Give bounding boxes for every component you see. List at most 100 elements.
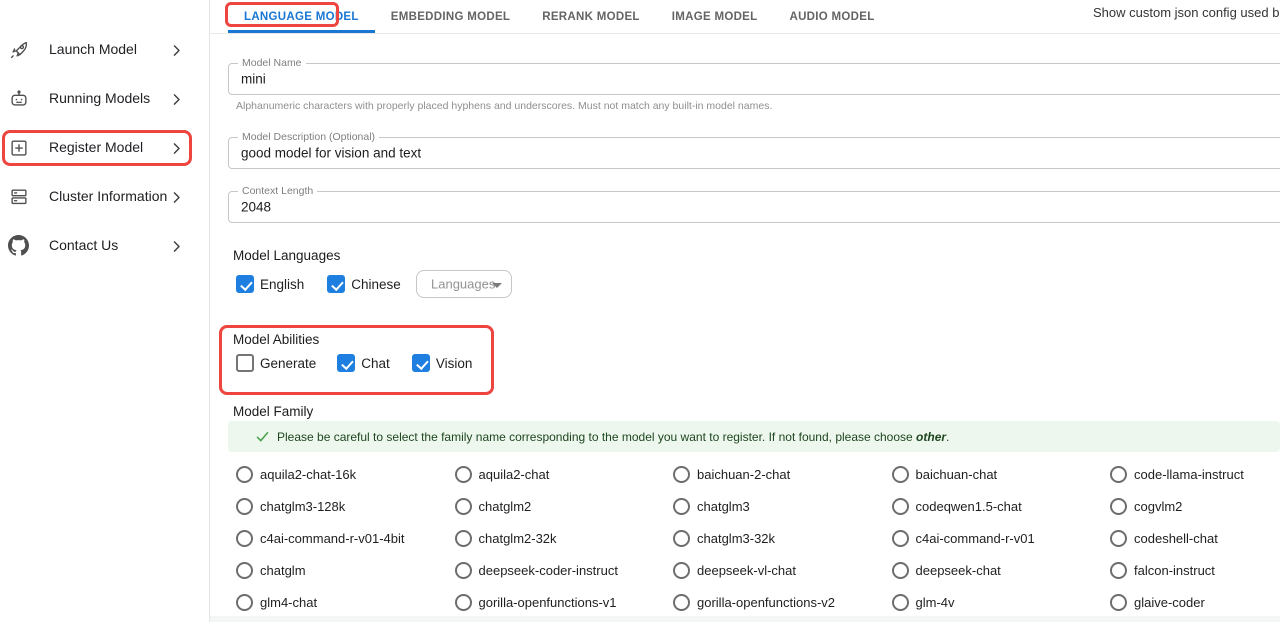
sidebar-item-register-model[interactable]: Register Model (0, 131, 210, 165)
model-languages-heading: Model Languages (233, 248, 340, 263)
tab-language-model[interactable]: LANGUAGE MODEL (228, 0, 375, 33)
radio-option-baichuan-chat[interactable]: baichuan-chat (892, 458, 1111, 490)
radio-option-falcon-instruct[interactable]: falcon-instruct (1110, 554, 1280, 586)
radio-option-chatglm2-32k[interactable]: chatglm2-32k (455, 522, 674, 554)
radio-option-aquila2-chat[interactable]: aquila2-chat (455, 458, 674, 490)
radio-icon (1110, 594, 1127, 611)
checkbox-icon (412, 354, 430, 372)
radio-option-cogvlm2[interactable]: cogvlm2 (1110, 490, 1280, 522)
radio-icon (673, 530, 690, 547)
server-icon (8, 186, 30, 208)
radio-icon (455, 594, 472, 611)
context-length-value: 2048 (241, 200, 271, 215)
context-length-field[interactable]: Context Length 2048 (228, 191, 1280, 223)
model-name-field[interactable]: Model Name mini (228, 63, 1280, 95)
radio-icon (892, 466, 909, 483)
sidebar-item-running-models[interactable]: Running Models (0, 82, 210, 116)
checkbox-label: Chinese (351, 277, 401, 292)
checkbox-icon (236, 354, 254, 372)
radio-icon (892, 498, 909, 515)
bottom-divider-strip (210, 616, 1280, 622)
radio-option-code-llama-instruct[interactable]: code-llama-instruct (1110, 458, 1280, 490)
radio-icon (236, 530, 253, 547)
radio-option-chatglm3-128k[interactable]: chatglm3-128k (236, 490, 455, 522)
radio-icon (455, 530, 472, 547)
chevron-right-icon (169, 239, 184, 259)
checkbox-vision[interactable]: Vision (412, 354, 473, 372)
robot-icon (8, 88, 30, 110)
check-icon (255, 429, 270, 449)
tab-rerank-model[interactable]: RERANK MODEL (526, 0, 656, 33)
radio-icon (1110, 530, 1127, 547)
chevron-right-icon (169, 92, 184, 112)
chevron-right-icon (169, 190, 184, 210)
tab-image-model[interactable]: IMAGE MODEL (656, 0, 774, 33)
radio-icon (236, 562, 253, 579)
radio-option-aquila2-chat-16k[interactable]: aquila2-chat-16k (236, 458, 455, 490)
chevron-right-icon (169, 43, 184, 63)
radio-option-glm-4v[interactable]: glm-4v (892, 586, 1111, 618)
checkbox-label: Generate (260, 356, 316, 371)
radio-icon (455, 466, 472, 483)
tabbar-divider (210, 33, 1280, 34)
radio-option-chatglm2[interactable]: chatglm2 (455, 490, 674, 522)
sidebar-item-label: Register Model (49, 139, 143, 155)
radio-icon (1110, 562, 1127, 579)
checkbox-generate[interactable]: Generate (236, 354, 316, 372)
radio-option-glm4-chat[interactable]: glm4-chat (236, 586, 455, 618)
sidebar-item-label: Cluster Information (49, 188, 167, 204)
radio-option-deepseek-coder-instruct[interactable]: deepseek-coder-instruct (455, 554, 674, 586)
radio-option-c4ai-command-r-v01[interactable]: c4ai-command-r-v01 (892, 522, 1111, 554)
model-family-heading: Model Family (233, 404, 313, 419)
radio-icon (236, 498, 253, 515)
radio-option-deepseek-vl-chat[interactable]: deepseek-vl-chat (673, 554, 892, 586)
tab-bar: LANGUAGE MODEL EMBEDDING MODEL RERANK MO… (228, 0, 891, 33)
rocket-icon (8, 39, 30, 61)
main-content: LANGUAGE MODEL EMBEDDING MODEL RERANK MO… (210, 0, 1280, 622)
radio-option-chatglm3[interactable]: chatglm3 (673, 490, 892, 522)
sidebar-item-label: Launch Model (49, 41, 137, 57)
radio-icon (892, 594, 909, 611)
checkbox-chat[interactable]: Chat (337, 354, 390, 372)
sidebar-item-cluster-information[interactable]: Cluster Information (0, 180, 210, 214)
radio-icon (236, 594, 253, 611)
sidebar: Launch Model Running Models Regis (0, 0, 210, 622)
radio-option-codeqwen1-5-chat[interactable]: codeqwen1.5-chat (892, 490, 1111, 522)
radio-option-gorilla-openfunctions-v2[interactable]: gorilla-openfunctions-v2 (673, 586, 892, 618)
radio-icon (892, 530, 909, 547)
radio-option-chatglm[interactable]: chatglm (236, 554, 455, 586)
radio-option-codeshell-chat[interactable]: codeshell-chat (1110, 522, 1280, 554)
show-custom-json-config-link[interactable]: Show custom json config used b (1093, 5, 1279, 20)
checkbox-label: Chat (361, 356, 390, 371)
radio-icon (673, 562, 690, 579)
checkbox-english[interactable]: English (236, 275, 304, 293)
languages-select-placeholder: Languages (431, 277, 495, 292)
radio-icon (455, 562, 472, 579)
model-name-label: Model Name (238, 57, 306, 69)
radio-option-glaive-coder[interactable]: glaive-coder (1110, 586, 1280, 618)
model-name-value: mini (241, 72, 266, 87)
radio-option-c4ai-command-r-v01-4bit[interactable]: c4ai-command-r-v01-4bit (236, 522, 455, 554)
radio-icon (236, 466, 253, 483)
model-name-helper-text: Alphanumeric characters with properly pl… (236, 100, 772, 112)
radio-option-baichuan-2-chat[interactable]: baichuan-2-chat (673, 458, 892, 490)
checkbox-label: Vision (436, 356, 473, 371)
radio-option-chatglm3-32k[interactable]: chatglm3-32k (673, 522, 892, 554)
sidebar-item-contact-us[interactable]: Contact Us (0, 229, 210, 263)
model-description-field[interactable]: Model Description (Optional) good model … (228, 137, 1280, 169)
model-family-notice-text: Please be careful to select the family n… (277, 430, 949, 444)
plus-square-icon (8, 137, 30, 159)
radio-icon (1110, 498, 1127, 515)
model-abilities-row: Generate Chat Vision (236, 354, 472, 372)
checkbox-icon (337, 354, 355, 372)
checkbox-label: English (260, 277, 304, 292)
sidebar-item-launch-model[interactable]: Launch Model (0, 33, 210, 67)
context-length-label: Context Length (238, 185, 317, 197)
model-abilities-heading: Model Abilities (233, 332, 319, 347)
radio-option-deepseek-chat[interactable]: deepseek-chat (892, 554, 1111, 586)
tab-audio-model[interactable]: AUDIO MODEL (773, 0, 890, 33)
checkbox-chinese[interactable]: Chinese (327, 275, 401, 293)
radio-option-gorilla-openfunctions-v1[interactable]: gorilla-openfunctions-v1 (455, 586, 674, 618)
languages-select[interactable]: Languages (416, 270, 512, 298)
tab-embedding-model[interactable]: EMBEDDING MODEL (375, 0, 527, 33)
